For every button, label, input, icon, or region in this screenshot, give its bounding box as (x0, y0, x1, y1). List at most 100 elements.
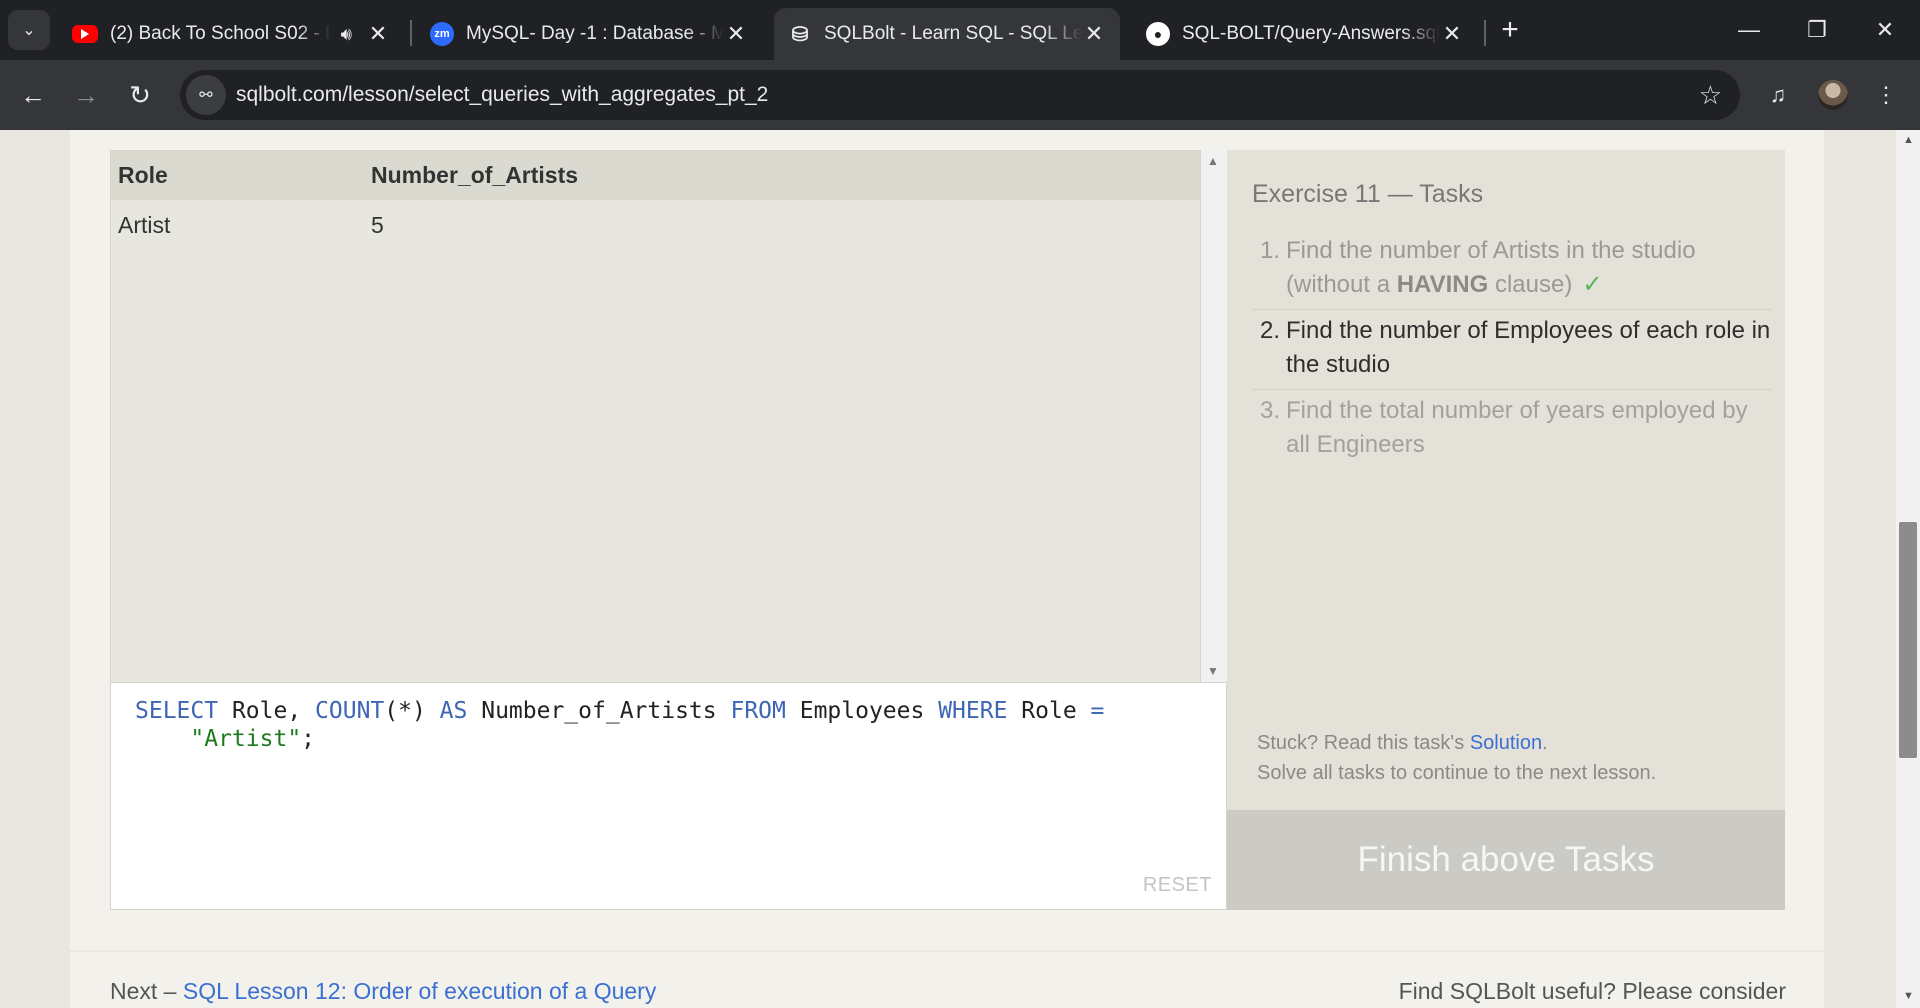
sql-keyword: SELECT (135, 698, 219, 724)
tasks-title: Exercise 11 — Tasks (1252, 180, 1484, 208)
tab-search-button[interactable]: ⌄ (8, 10, 50, 50)
reset-button[interactable]: RESET (1143, 874, 1212, 897)
close-tab-icon[interactable]: ✕ (366, 21, 390, 46)
tab-title: (2) Back To School S02 - Ep (110, 23, 331, 44)
sql-text: (*) (384, 698, 440, 724)
task-text-bold: HAVING (1396, 271, 1489, 298)
database-icon: ⛁ (791, 23, 809, 46)
more-vert-icon: ⋮ (1875, 82, 1897, 107)
scrollbar-thumb[interactable] (1899, 522, 1917, 758)
sql-keyword: FROM (730, 698, 786, 724)
column-header: Number_of_Artists (364, 151, 1200, 200)
restore-icon: ❐ (1807, 17, 1827, 42)
next-lesson: Next – SQL Lesson 12: Order of execution… (110, 978, 656, 1005)
playlist-icon: ♫ (1769, 82, 1787, 107)
url-text[interactable]: sqlbolt.com/lesson/select_queries_with_a… (236, 83, 768, 107)
close-window-button[interactable]: ✕ (1860, 10, 1910, 50)
task-text: Find the number of Artists in the studio… (1286, 234, 1772, 302)
sql-code[interactable]: SELECT Role, COUNT(*) AS Number_of_Artis… (135, 697, 1104, 753)
minimize-button[interactable]: — (1724, 10, 1774, 50)
task-item: 3. Find the total number of years employ… (1252, 390, 1772, 469)
minimize-icon: — (1738, 17, 1760, 42)
stuck-hint: Stuck? Read this task's Solution. Solve … (1257, 728, 1656, 788)
tab-separator (410, 20, 412, 46)
table-cell: Artist (118, 212, 171, 238)
tab-youtube[interactable]: (2) Back To School S02 - Ep 🔊︎ ✕ (58, 8, 404, 60)
arrow-right-icon: → (73, 79, 99, 110)
page-viewport: Role Number_of_Artists Artist 5 ▲ ▼ SELE… (0, 130, 1896, 1008)
sql-text: Role, (218, 698, 316, 724)
tab-strip: ⌄ (2) Back To School S02 - Ep 🔊︎ ✕ zm My… (0, 0, 1920, 60)
back-button[interactable]: ← (13, 75, 53, 115)
table-header-row: Role Number_of_Artists (111, 151, 1200, 200)
tab-title: MySQL- Day -1 : Database - My (466, 23, 724, 44)
arrow-left-icon: ← (20, 79, 46, 110)
browser-menu-button[interactable]: ⋮ (1866, 75, 1906, 115)
sql-text: Role (1007, 698, 1091, 724)
task-text: Find the total number of years employed … (1286, 397, 1748, 458)
profile-button[interactable] (1813, 75, 1853, 115)
sql-indent (135, 726, 190, 752)
column-header: Role (111, 151, 364, 200)
solve-all-text: Solve all tasks to continue to the next … (1257, 762, 1657, 784)
restore-button[interactable]: ❐ (1792, 10, 1842, 50)
task-list: 1. Find the number of Artists in the stu… (1252, 230, 1772, 469)
tune-icon: ⚯ (199, 87, 213, 104)
chevron-down-icon: ⌄ (22, 22, 36, 39)
tab-separator (1484, 20, 1486, 46)
task-item: 1. Find the number of Artists in the stu… (1252, 230, 1772, 310)
table-cell: 5 (371, 212, 384, 238)
github-icon: ● (1146, 22, 1170, 46)
tab-mysql[interactable]: zm MySQL- Day -1 : Database - My ✕ (416, 8, 762, 60)
forward-button[interactable]: → (66, 75, 106, 115)
avatar (1818, 80, 1848, 110)
tab-title: SQL-BOLT/Query-Answers.sql a (1182, 23, 1440, 44)
close-tab-icon[interactable]: ✕ (1082, 21, 1106, 46)
sql-keyword: AS (439, 698, 468, 724)
stuck-text: . (1542, 732, 1548, 754)
solution-link[interactable]: Solution (1470, 732, 1542, 754)
reload-icon: ↻ (129, 79, 151, 110)
scroll-down-icon[interactable]: ▼ (1903, 990, 1914, 1002)
page-scrollbar[interactable]: ▲ ▼ (1896, 130, 1920, 1008)
sql-text: Number_of_Artists (467, 698, 731, 724)
tab-sqlbolt[interactable]: ⛁ SQLBolt - Learn SQL - SQL Less ✕ (774, 8, 1120, 60)
scroll-up-icon[interactable]: ▲ (1207, 154, 1219, 168)
close-tab-icon[interactable]: ✕ (724, 21, 748, 46)
scroll-down-icon[interactable]: ▼ (1207, 664, 1219, 678)
close-tab-icon[interactable]: ✕ (1440, 21, 1464, 46)
new-tab-button[interactable]: + (1494, 13, 1526, 46)
youtube-icon (72, 25, 98, 43)
table-row: Artist 5 (111, 200, 1200, 251)
speaker-icon[interactable]: 🔊︎ (341, 24, 352, 45)
address-bar[interactable]: ⚯ sqlbolt.com/lesson/select_queries_with… (180, 70, 1740, 120)
task-item: 2. Find the number of Employees of each … (1252, 310, 1772, 390)
finish-tasks-button[interactable]: Finish above Tasks (1227, 810, 1785, 910)
task-number: 1. (1259, 237, 1280, 264)
sql-operator: = (1090, 698, 1105, 724)
tab-github[interactable]: ● SQL-BOLT/Query-Answers.sql a ✕ (1132, 8, 1478, 60)
sql-keyword: COUNT (315, 698, 385, 724)
scroll-up-icon[interactable]: ▲ (1903, 134, 1914, 146)
bookmark-star-icon[interactable]: ☆ (1699, 80, 1722, 111)
checkmark-icon: ✓ (1582, 271, 1603, 298)
plus-icon: + (1501, 13, 1519, 46)
sql-keyword: WHERE (938, 698, 1008, 724)
close-icon: ✕ (1875, 17, 1895, 42)
next-lesson-link[interactable]: SQL Lesson 12: Order of execution of a Q… (183, 978, 656, 1004)
sql-editor[interactable]: SELECT Role, COUNT(*) AS Number_of_Artis… (110, 682, 1227, 910)
site-info-button[interactable]: ⚯ (186, 75, 226, 115)
media-controls-button[interactable]: ♫ (1758, 75, 1798, 115)
sql-text: Employees (785, 698, 939, 724)
browser-toolbar: ← → ↻ ⚯ sqlbolt.com/lesson/select_querie… (0, 60, 1920, 130)
task-text-part: clause) (1488, 271, 1573, 298)
reload-button[interactable]: ↻ (120, 75, 160, 115)
sql-string: "Artist" (190, 726, 302, 752)
task-number: 2. (1259, 317, 1280, 344)
stuck-text: Stuck? Read this task's (1257, 732, 1470, 754)
sql-text: ; (301, 726, 316, 752)
tasks-panel: Exercise 11 — Tasks 1. Find the number o… (1227, 150, 1785, 810)
next-prefix: Next – (110, 978, 183, 1004)
results-table: Role Number_of_Artists Artist 5 (111, 151, 1200, 251)
support-text: Find SQLBolt useful? Please consider (1398, 978, 1786, 1004)
